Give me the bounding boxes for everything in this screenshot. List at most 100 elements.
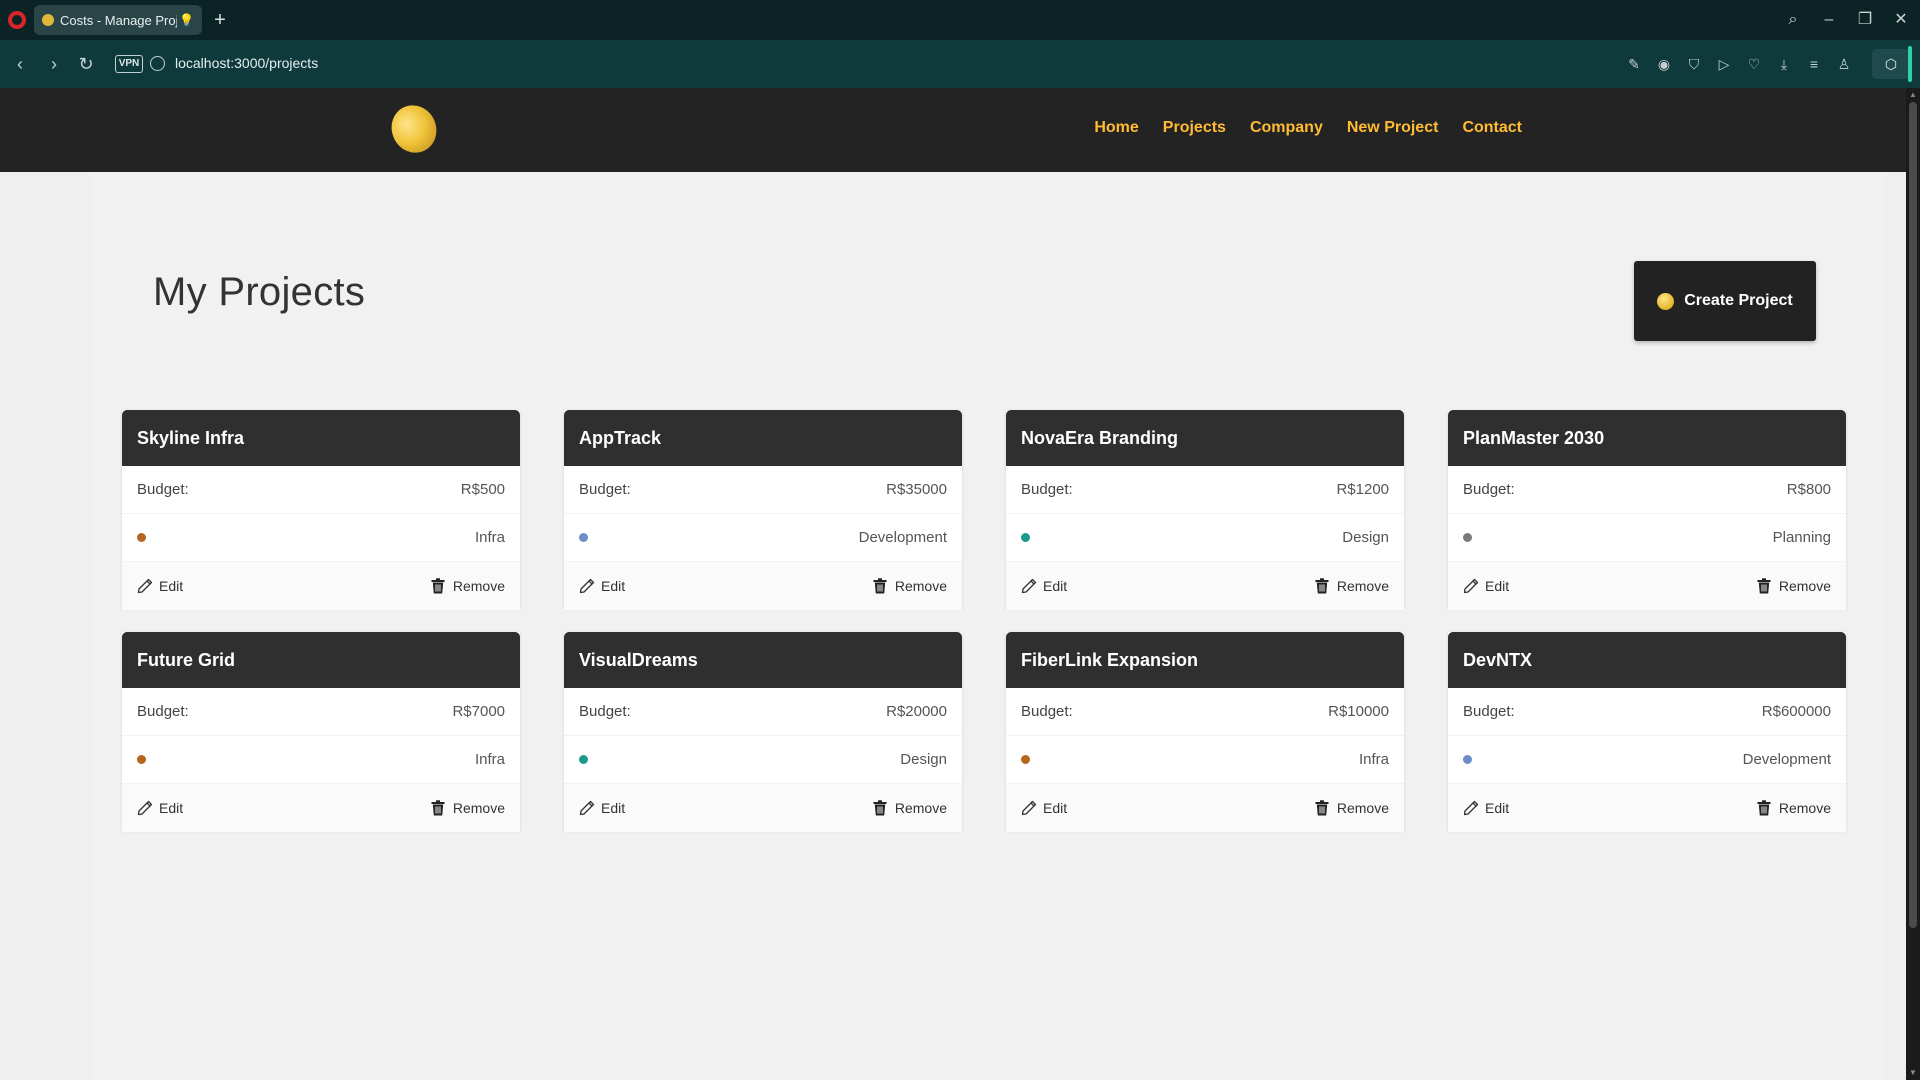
edit-page-icon[interactable]: ✎ <box>1624 54 1644 74</box>
budget-label: Budget: <box>137 703 189 720</box>
camera-icon[interactable]: ◉ <box>1654 54 1674 74</box>
category-name: Development <box>1742 751 1831 768</box>
project-card: VisualDreams Budget: R$20000 Design Edit <box>564 632 962 832</box>
nav-link-new-project[interactable]: New Project <box>1347 119 1439 137</box>
create-project-label: Create Project <box>1684 292 1793 309</box>
budget-value: R$10000 <box>1328 703 1389 720</box>
category-row: Development <box>564 514 962 562</box>
actions-row: Edit Remove <box>1006 784 1404 832</box>
search-tabs-icon[interactable]: ⌕ <box>1780 8 1806 32</box>
back-button[interactable]: ‹ <box>8 52 32 76</box>
pencil-icon <box>579 578 595 594</box>
nav-link-company[interactable]: Company <box>1250 119 1323 137</box>
budget-row: Budget: R$10000 <box>1006 688 1404 736</box>
remove-button[interactable]: Remove <box>1757 800 1831 816</box>
remove-label: Remove <box>894 578 947 594</box>
category-dot-icon <box>1021 533 1030 542</box>
remove-label: Remove <box>452 578 505 594</box>
shield-icon[interactable]: ⛉ <box>1684 54 1704 74</box>
budget-label: Budget: <box>1463 481 1515 498</box>
pencil-icon <box>1463 578 1479 594</box>
project-card: Future Grid Budget: R$7000 Infra Edit Re… <box>122 632 520 832</box>
edit-button[interactable]: Edit <box>137 800 183 816</box>
remove-button[interactable]: Remove <box>873 800 947 816</box>
project-card: FiberLink Expansion Budget: R$10000 Infr… <box>1006 632 1404 832</box>
url-field[interactable]: localhost:3000/projects <box>175 55 318 71</box>
trash-icon <box>1315 578 1329 594</box>
budget-row: Budget: R$800 <box>1448 466 1846 514</box>
category-dot-icon <box>579 755 588 764</box>
trash-icon <box>1315 800 1329 816</box>
browser-titlebar: Costs - Manage Projects 💡 + ⌕ – ❐ ✕ <box>0 0 1920 40</box>
reload-button[interactable]: ↻ <box>74 52 98 76</box>
forward-button[interactable]: › <box>42 52 66 76</box>
edit-button[interactable]: Edit <box>579 800 625 816</box>
category-name: Design <box>900 751 947 768</box>
account-icon[interactable]: ♙ <box>1834 54 1854 74</box>
remove-button[interactable]: Remove <box>1315 800 1389 816</box>
extensions-icon[interactable]: ⬡ <box>1872 49 1910 79</box>
budget-row: Budget: R$35000 <box>564 466 962 514</box>
edit-label: Edit <box>601 800 626 816</box>
coin-icon <box>1657 292 1675 310</box>
remove-button[interactable]: Remove <box>431 578 505 594</box>
pencil-icon <box>137 800 153 816</box>
browser-tab[interactable]: Costs - Manage Projects 💡 <box>34 5 202 35</box>
close-window-button[interactable]: ✕ <box>1888 8 1914 32</box>
edit-label: Edit <box>1043 578 1068 594</box>
budget-value: R$7000 <box>452 703 505 720</box>
edit-button[interactable]: Edit <box>1463 800 1509 816</box>
category-name: Planning <box>1772 529 1831 546</box>
new-tab-button[interactable]: + <box>208 8 232 32</box>
scrollbar-thumb[interactable] <box>1909 102 1917 928</box>
edit-label: Edit <box>1485 578 1510 594</box>
globe-icon <box>150 56 165 71</box>
edit-button[interactable]: Edit <box>137 578 183 594</box>
edit-button[interactable]: Edit <box>579 578 625 594</box>
remove-button[interactable]: Remove <box>1757 578 1831 594</box>
download-icon[interactable]: ⤓ <box>1774 54 1794 74</box>
page-title: My Projects <box>153 270 366 314</box>
opera-logo-icon[interactable] <box>8 11 26 29</box>
coin-favicon-icon <box>42 14 54 26</box>
scroll-up-arrow-icon[interactable]: ▲ <box>1906 89 1920 101</box>
budget-value: R$800 <box>1786 481 1831 498</box>
actions-row: Edit Remove <box>1448 784 1846 832</box>
restore-button[interactable]: ❐ <box>1852 8 1878 32</box>
coin-logo-icon[interactable] <box>383 97 445 161</box>
scroll-down-arrow-icon[interactable]: ▼ <box>1906 1067 1920 1079</box>
nav-link-home[interactable]: Home <box>1094 119 1138 137</box>
remove-label: Remove <box>1336 578 1389 594</box>
project-card: DevNTX Budget: R$600000 Development Edit <box>1448 632 1846 832</box>
vpn-badge[interactable]: VPN <box>115 55 143 73</box>
trash-icon <box>431 800 445 816</box>
minimize-button[interactable]: – <box>1816 8 1842 32</box>
edit-button[interactable]: Edit <box>1463 578 1509 594</box>
project-card: Skyline Infra Budget: R$500 Infra Edit R… <box>122 410 520 610</box>
edit-button[interactable]: Edit <box>1021 800 1067 816</box>
budget-value: R$500 <box>460 481 505 498</box>
heart-icon[interactable]: ♡ <box>1744 54 1764 74</box>
nav-link-contact[interactable]: Contact <box>1462 119 1522 137</box>
project-name: VisualDreams <box>564 632 962 688</box>
category-name: Development <box>858 529 947 546</box>
create-project-button[interactable]: Create Project <box>1634 261 1816 341</box>
page-scrollbar[interactable]: ▲ ▼ <box>1906 88 1920 1080</box>
menu-icon[interactable]: ≡ <box>1804 54 1824 74</box>
category-name: Infra <box>1358 751 1389 768</box>
play-icon[interactable]: ▷ <box>1714 54 1734 74</box>
project-name: Future Grid <box>122 632 520 688</box>
category-name: Infra <box>474 529 505 546</box>
edit-button[interactable]: Edit <box>1021 578 1067 594</box>
browser-address-bar: ‹ › ↻ VPN localhost:3000/projects ✎ ◉ ⛉ … <box>0 40 1920 88</box>
project-card: PlanMaster 2030 Budget: R$800 Planning E… <box>1448 410 1846 610</box>
budget-label: Budget: <box>579 481 631 498</box>
remove-button[interactable]: Remove <box>431 800 505 816</box>
nav-link-projects[interactable]: Projects <box>1163 119 1226 137</box>
remove-button[interactable]: Remove <box>1315 578 1389 594</box>
pencil-icon <box>1021 578 1037 594</box>
remove-button[interactable]: Remove <box>873 578 947 594</box>
lightbulb-icon: 💡 <box>179 13 194 27</box>
budget-label: Budget: <box>1021 481 1073 498</box>
actions-row: Edit Remove <box>1006 562 1404 610</box>
